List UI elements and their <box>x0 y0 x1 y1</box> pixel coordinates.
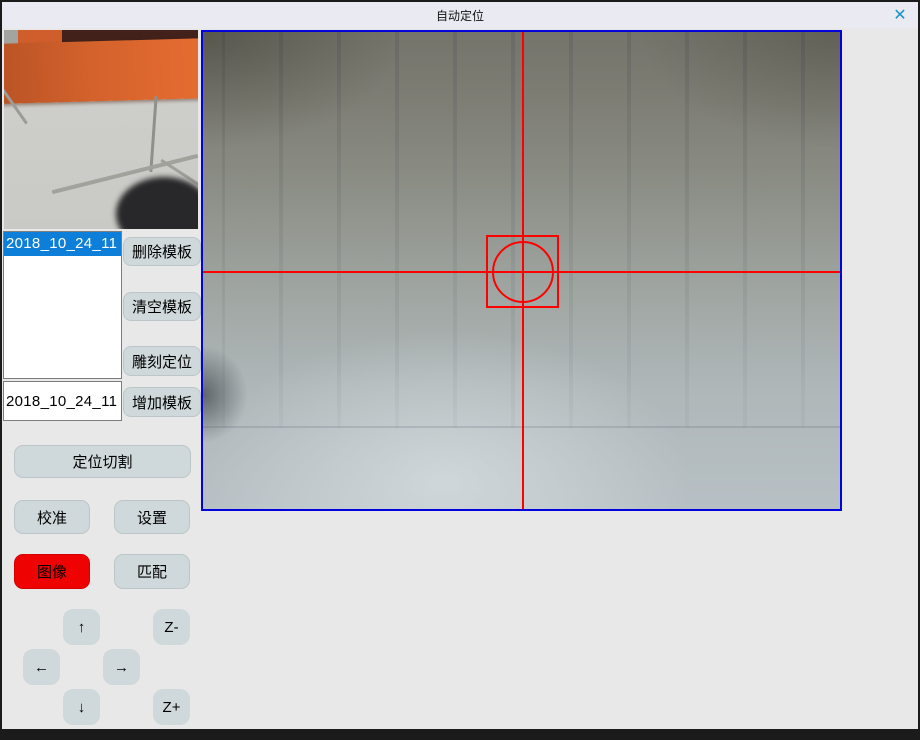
image-button[interactable]: 图像 <box>14 554 90 589</box>
auto-position-dialog: 自动定位 ✕ 2018_10_24_11 删除模板 清空模板 雕刻定位 增加模板… <box>0 0 920 740</box>
template-list[interactable]: 2018_10_24_11 <box>3 231 122 379</box>
template-name-input[interactable] <box>3 381 122 421</box>
target-circle-overlay <box>492 241 554 303</box>
window-bottom-frame <box>2 729 918 738</box>
match-button[interactable]: 匹配 <box>114 554 190 589</box>
settings-button[interactable]: 设置 <box>114 500 190 534</box>
thumb-tile-line <box>149 96 157 172</box>
add-template-button[interactable]: 增加模板 <box>123 387 201 417</box>
calibrate-button[interactable]: 校准 <box>14 500 90 534</box>
delete-template-button[interactable]: 删除模板 <box>123 237 201 266</box>
z-minus-button[interactable]: Z- <box>153 609 190 645</box>
jog-up-button[interactable]: ↑ <box>63 609 100 645</box>
title-bar: 自动定位 ✕ <box>2 2 918 28</box>
thumb-orange-beam <box>4 38 198 104</box>
close-icon[interactable]: ✕ <box>888 3 912 27</box>
position-cut-button[interactable]: 定位切割 <box>14 445 191 478</box>
clear-template-button[interactable]: 清空模板 <box>123 292 201 321</box>
dialog-title: 自动定位 <box>436 7 484 24</box>
jog-right-button[interactable]: → <box>103 649 140 685</box>
template-preview-image <box>4 30 198 229</box>
template-list-item[interactable]: 2018_10_24_11 <box>4 232 121 256</box>
z-plus-button[interactable]: Z+ <box>153 689 190 725</box>
camera-view[interactable] <box>201 30 842 511</box>
engrave-position-button[interactable]: 雕刻定位 <box>123 346 201 376</box>
thumb-dark-object <box>116 177 198 229</box>
jog-down-button[interactable]: ↓ <box>63 689 100 725</box>
jog-left-button[interactable]: ← <box>23 649 60 685</box>
